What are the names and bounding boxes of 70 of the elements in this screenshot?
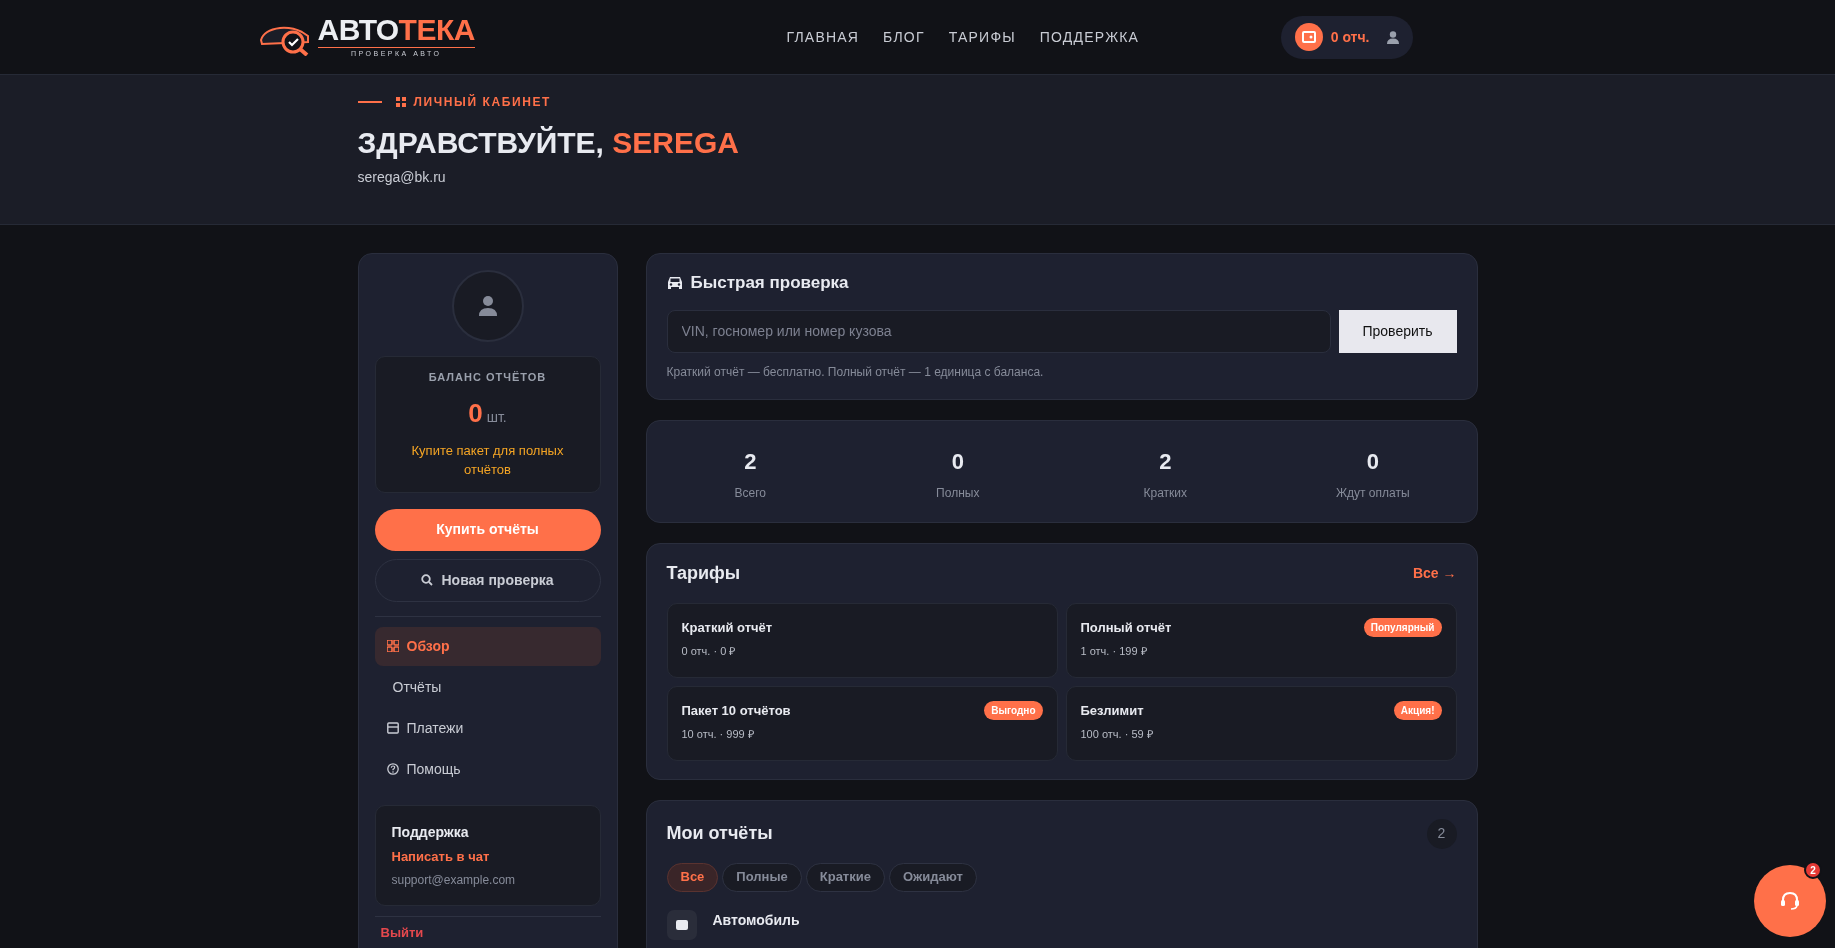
nav-link[interactable]: ГЛАВНАЯ [786, 26, 860, 48]
filter-chip[interactable]: Краткие [805, 862, 885, 892]
section-eyebrow: ЛИЧНЫЙ КАБИНЕТ [413, 93, 551, 111]
dashboard-icon [395, 97, 406, 107]
nav-link[interactable]: БЛОГ [883, 26, 925, 48]
nav-link[interactable]: ПОДДЕРЖКА [1039, 26, 1140, 48]
balance-hint: Купите пакет для полных отчётов [410, 441, 565, 479]
sidebar-menu-item[interactable]: Платежи [374, 708, 601, 748]
tariff-card[interactable]: Полный отчёт Популярный 1 отч. · 199 ₽ [1065, 602, 1457, 678]
filter-chip[interactable]: Полные [722, 862, 802, 892]
tariff-details: 0 отч. · 0 ₽ [681, 644, 737, 659]
support-email: support@example.com [391, 871, 517, 889]
sidebar-menu-item[interactable]: Помощь [374, 749, 601, 789]
tariff-card[interactable]: Краткий отчёт 0 отч. · 0 ₽ [666, 602, 1058, 678]
balance-unit: шт. [486, 407, 507, 427]
tariff-badge: Популярный [1363, 617, 1442, 637]
user-icon [1387, 30, 1400, 44]
stat-value: 0 [1366, 447, 1379, 476]
search-field[interactable]: VIN, госномер или номер кузова [666, 309, 1331, 353]
balance-title: БАЛАНС ОТЧЁТОВ [427, 370, 548, 385]
car-icon [666, 275, 683, 290]
tariff-name: Безлимит [1080, 701, 1144, 720]
logout-link[interactable]: Выйти [374, 922, 424, 942]
filter-chip[interactable]: Ожидают [888, 862, 977, 892]
stat-label: Полных [936, 484, 980, 502]
tariff-card[interactable]: Пакет 10 отчётов Выгодно 10 отч. · 999 ₽ [666, 685, 1058, 761]
help-icon [386, 763, 399, 775]
stat-value: 0 [951, 447, 964, 476]
support-title: Поддержка [391, 822, 470, 842]
check-button[interactable]: Проверить [1338, 309, 1457, 353]
accent-line [357, 100, 382, 104]
logo-title[interactable]: АВТОТЕКА [317, 14, 475, 45]
stat-value: 2 [744, 447, 757, 476]
tariff-details: 10 отч. · 999 ₽ [681, 727, 755, 742]
chat-link[interactable]: Написать в чат [391, 846, 490, 866]
wallet-icon [1294, 23, 1323, 51]
all-tariffs-link[interactable]: Все → [1412, 562, 1457, 584]
support-chat-button[interactable]: 2 [1754, 865, 1826, 937]
tariff-details: 100 отч. · 59 ₽ [1080, 727, 1154, 742]
notification-badge: 2 [1804, 861, 1822, 879]
card-icon [386, 722, 399, 734]
reports-count: 2 [1426, 818, 1457, 849]
filter-chip[interactable]: Все [666, 862, 719, 892]
card-title: Быстрая проверка [690, 272, 849, 294]
stat-label: Всего [734, 484, 766, 502]
tariff-card[interactable]: Безлимит Акция! 100 отч. · 59 ₽ [1065, 685, 1457, 761]
dashboard-icon [386, 640, 399, 652]
stat-value: 2 [1159, 447, 1172, 476]
tariff-badge: Выгодно [984, 700, 1043, 720]
tariff-name: Полный отчёт [1080, 618, 1172, 637]
stat-label: Кратких [1143, 484, 1187, 502]
search-icon [421, 574, 434, 586]
nav-link[interactable]: ТАРИФЫ [948, 26, 1016, 48]
tariff-badge: Акция! [1393, 700, 1442, 720]
report-title: Автомобиль [712, 910, 800, 930]
user-icon [478, 296, 497, 316]
greeting-heading: ЗДРАВСТВУЙТЕ, SEREGA [357, 125, 740, 161]
balance-pill[interactable]: 0 отч. [1280, 15, 1414, 59]
sidebar-menu-item[interactable]: Обзор [374, 626, 601, 666]
headset-icon [1779, 890, 1801, 912]
user-email: serega@bk.ru [357, 168, 447, 187]
card-title: Тарифы [666, 561, 741, 585]
sidebar-menu-item[interactable]: Отчёты [374, 667, 601, 707]
check-note: Краткий отчёт — бесплатно. Полный отчёт — 1 единица с баланса. [666, 363, 1045, 381]
card-title: Мои отчёты [666, 822, 773, 845]
stat-label: Ждут оплаты [1335, 484, 1410, 502]
balance-count: 0 [468, 396, 483, 430]
tariff-details: 1 отч. · 199 ₽ [1080, 644, 1148, 659]
tariff-name: Пакет 10 отчётов [681, 701, 791, 720]
tariff-name: Краткий отчёт [681, 618, 773, 637]
